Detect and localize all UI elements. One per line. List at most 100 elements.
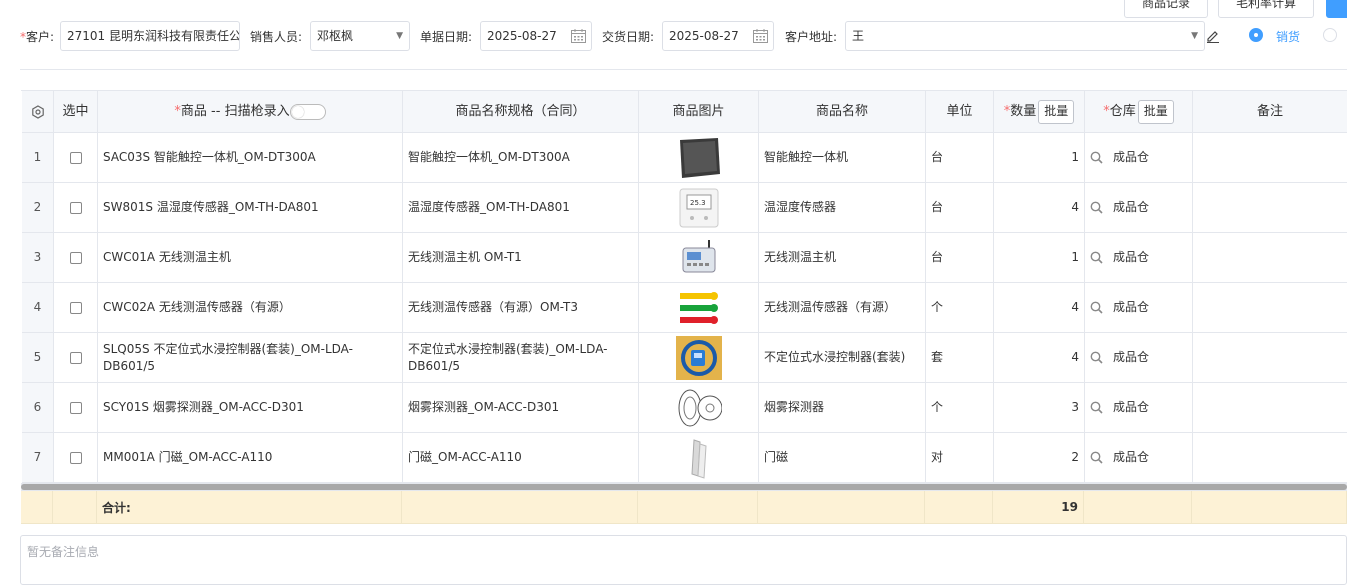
row-image	[639, 283, 759, 333]
table-row[interactable]: 5 SLQ05S 不定位式水浸控制器(套装)_OM-LDA-DB601/5 不定位式…	[22, 333, 1347, 383]
sale-radio-label[interactable]: 销货	[1276, 28, 1300, 45]
row-name: 智能触控一体机	[759, 133, 926, 183]
doc-date-picker[interactable]: 2025-08-27	[480, 21, 592, 51]
search-icon[interactable]	[1090, 201, 1103, 214]
row-warehouse[interactable]: 成品仓	[1085, 133, 1193, 183]
batch-qty-button[interactable]: 批量	[1038, 99, 1075, 124]
row-index: 5	[22, 333, 54, 383]
row-product[interactable]: SW801S 温湿度传感器_OM-TH-DA801	[98, 183, 403, 233]
row-note[interactable]	[1193, 133, 1347, 183]
search-icon[interactable]	[1090, 351, 1103, 364]
row-checkbox[interactable]	[69, 351, 82, 364]
row-warehouse[interactable]: 成品仓	[1085, 183, 1193, 233]
column-settings[interactable]	[22, 91, 54, 133]
row-index: 1	[22, 133, 54, 183]
warehouse-value: 成品仓	[1113, 350, 1150, 364]
scrollbar-thumb[interactable]	[21, 484, 1347, 490]
row-warehouse[interactable]: 成品仓	[1085, 233, 1193, 283]
row-spec[interactable]: 温湿度传感器_OM-TH-DA801	[403, 183, 639, 233]
total-label: 合计:	[97, 491, 402, 524]
row-checkbox[interactable]	[69, 301, 82, 314]
doc-date-label: 单据日期:	[420, 30, 473, 44]
horizontal-scrollbar[interactable]	[21, 483, 1347, 491]
table-row[interactable]: 2 SW801S 温湿度传感器_OM-TH-DA801 温湿度传感器_OM-TH-D…	[22, 183, 1347, 233]
customer-select[interactable]: 27101 昆明东润科技有限责任公司	[60, 21, 240, 51]
table-row[interactable]: 3 CWC01A 无线测温主机 无线测温主机 OM-T1 无线测温主机台 1 成品仓	[22, 233, 1347, 283]
sale-radio[interactable]	[1249, 28, 1263, 42]
row-product[interactable]: MM001A 门磁_OM-ACC-A110	[98, 433, 403, 483]
remark-textarea[interactable]: 暂无备注信息	[20, 535, 1347, 585]
row-spec[interactable]: 无线测温传感器（有源）OM-T3	[403, 283, 639, 333]
product-records-button[interactable]: 商品记录	[1124, 0, 1208, 18]
row-name: 无线测温传感器（有源）	[759, 283, 926, 333]
table-row[interactable]: 7 MM001A 门磁_OM-ACC-A110 门磁_OM-ACC-A110 门磁对 2…	[22, 433, 1347, 483]
row-checkbox[interactable]	[69, 451, 82, 464]
device-image	[679, 238, 719, 278]
row-warehouse[interactable]: 成品仓	[1085, 333, 1193, 383]
row-checkbox[interactable]	[69, 151, 82, 164]
row-spec[interactable]: 门磁_OM-ACC-A110	[403, 433, 639, 483]
row-select-cell	[54, 433, 98, 483]
row-spec[interactable]: 无线测温主机 OM-T1	[403, 233, 639, 283]
row-product[interactable]: SCY01S 烟雾探测器_OM-ACC-D301	[98, 383, 403, 433]
row-product[interactable]: CWC01A 无线测温主机	[98, 233, 403, 283]
table-row[interactable]: 1 SAC03S 智能触控一体机_OM-DT300A 智能触控一体机_OM-DT30…	[22, 133, 1347, 183]
return-radio[interactable]	[1323, 28, 1337, 42]
row-checkbox[interactable]	[69, 201, 82, 214]
warehouse-value: 成品仓	[1113, 400, 1150, 414]
search-icon[interactable]	[1090, 401, 1103, 414]
row-note[interactable]	[1193, 433, 1347, 483]
search-icon[interactable]	[1090, 251, 1103, 264]
row-index: 6	[22, 383, 54, 433]
row-spec[interactable]: 烟雾探测器_OM-ACC-D301	[403, 383, 639, 433]
delivery-date-label: 交货日期:	[602, 30, 655, 44]
row-spec[interactable]: 不定位式水浸控制器(套装)_OM-LDA-DB601/5	[403, 333, 639, 383]
header-product: *商品 -- 扫描枪录入	[98, 91, 403, 133]
total-idx	[21, 491, 53, 524]
batch-warehouse-button[interactable]: 批量	[1137, 99, 1174, 124]
row-unit: 台	[926, 183, 994, 233]
primary-action-button[interactable]	[1326, 0, 1347, 18]
row-product[interactable]: CWC02A 无线测温传感器（有源）	[98, 283, 403, 333]
table-row[interactable]: 4 CWC02A 无线测温传感器（有源） 无线测温传感器（有源）OM-T3 无线测温传…	[22, 283, 1347, 333]
row-warehouse[interactable]: 成品仓	[1085, 283, 1193, 333]
row-warehouse[interactable]: 成品仓	[1085, 383, 1193, 433]
row-qty[interactable]: 4	[994, 333, 1085, 383]
order-header-form: *客户: 27101 昆明东润科技有限责任公司 销售人员: 邓枢枫 ▼ 单据日期…	[0, 21, 1347, 51]
row-index: 3	[22, 233, 54, 283]
smoke-detector-image	[676, 387, 722, 429]
row-qty[interactable]: 4	[994, 183, 1085, 233]
row-qty[interactable]: 1	[994, 133, 1085, 183]
row-index: 7	[22, 433, 54, 483]
chevron-down-icon: ▼	[1191, 31, 1198, 41]
row-note[interactable]	[1193, 233, 1347, 283]
row-note[interactable]	[1193, 383, 1347, 433]
customer-address-select[interactable]: 王 ▼	[845, 21, 1205, 51]
header-warehouse: *仓库 批量	[1085, 91, 1193, 133]
row-note[interactable]	[1193, 333, 1347, 383]
row-qty[interactable]: 2	[994, 433, 1085, 483]
row-product[interactable]: SLQ05S 不定位式水浸控制器(套装)_OM-LDA-DB601/5	[98, 333, 403, 383]
row-checkbox[interactable]	[69, 251, 82, 264]
row-note[interactable]	[1193, 283, 1347, 333]
delivery-date-picker[interactable]: 2025-08-27	[662, 21, 774, 51]
search-icon[interactable]	[1090, 451, 1103, 464]
row-warehouse[interactable]: 成品仓	[1085, 433, 1193, 483]
row-qty[interactable]: 4	[994, 283, 1085, 333]
search-icon[interactable]	[1090, 301, 1103, 314]
table-row[interactable]: 6 SCY01S 烟雾探测器_OM-ACC-D301 烟雾探测器_OM-ACC-D3…	[22, 383, 1347, 433]
margin-calc-button[interactable]: 毛利率计算	[1218, 0, 1314, 18]
sensor-panel-image: 25.3	[678, 187, 720, 229]
edit-icon[interactable]	[1206, 29, 1220, 43]
row-checkbox[interactable]	[69, 401, 82, 414]
sales-person-select[interactable]: 邓枢枫 ▼	[310, 21, 410, 51]
search-icon[interactable]	[1090, 151, 1103, 164]
row-qty[interactable]: 3	[994, 383, 1085, 433]
scanner-toggle[interactable]	[289, 103, 326, 120]
row-note[interactable]	[1193, 183, 1347, 233]
row-select-cell	[54, 183, 98, 233]
row-spec[interactable]: 智能触控一体机_OM-DT300A	[403, 133, 639, 183]
warehouse-value: 成品仓	[1113, 250, 1150, 264]
row-product[interactable]: SAC03S 智能触控一体机_OM-DT300A	[98, 133, 403, 183]
row-qty[interactable]: 1	[994, 233, 1085, 283]
